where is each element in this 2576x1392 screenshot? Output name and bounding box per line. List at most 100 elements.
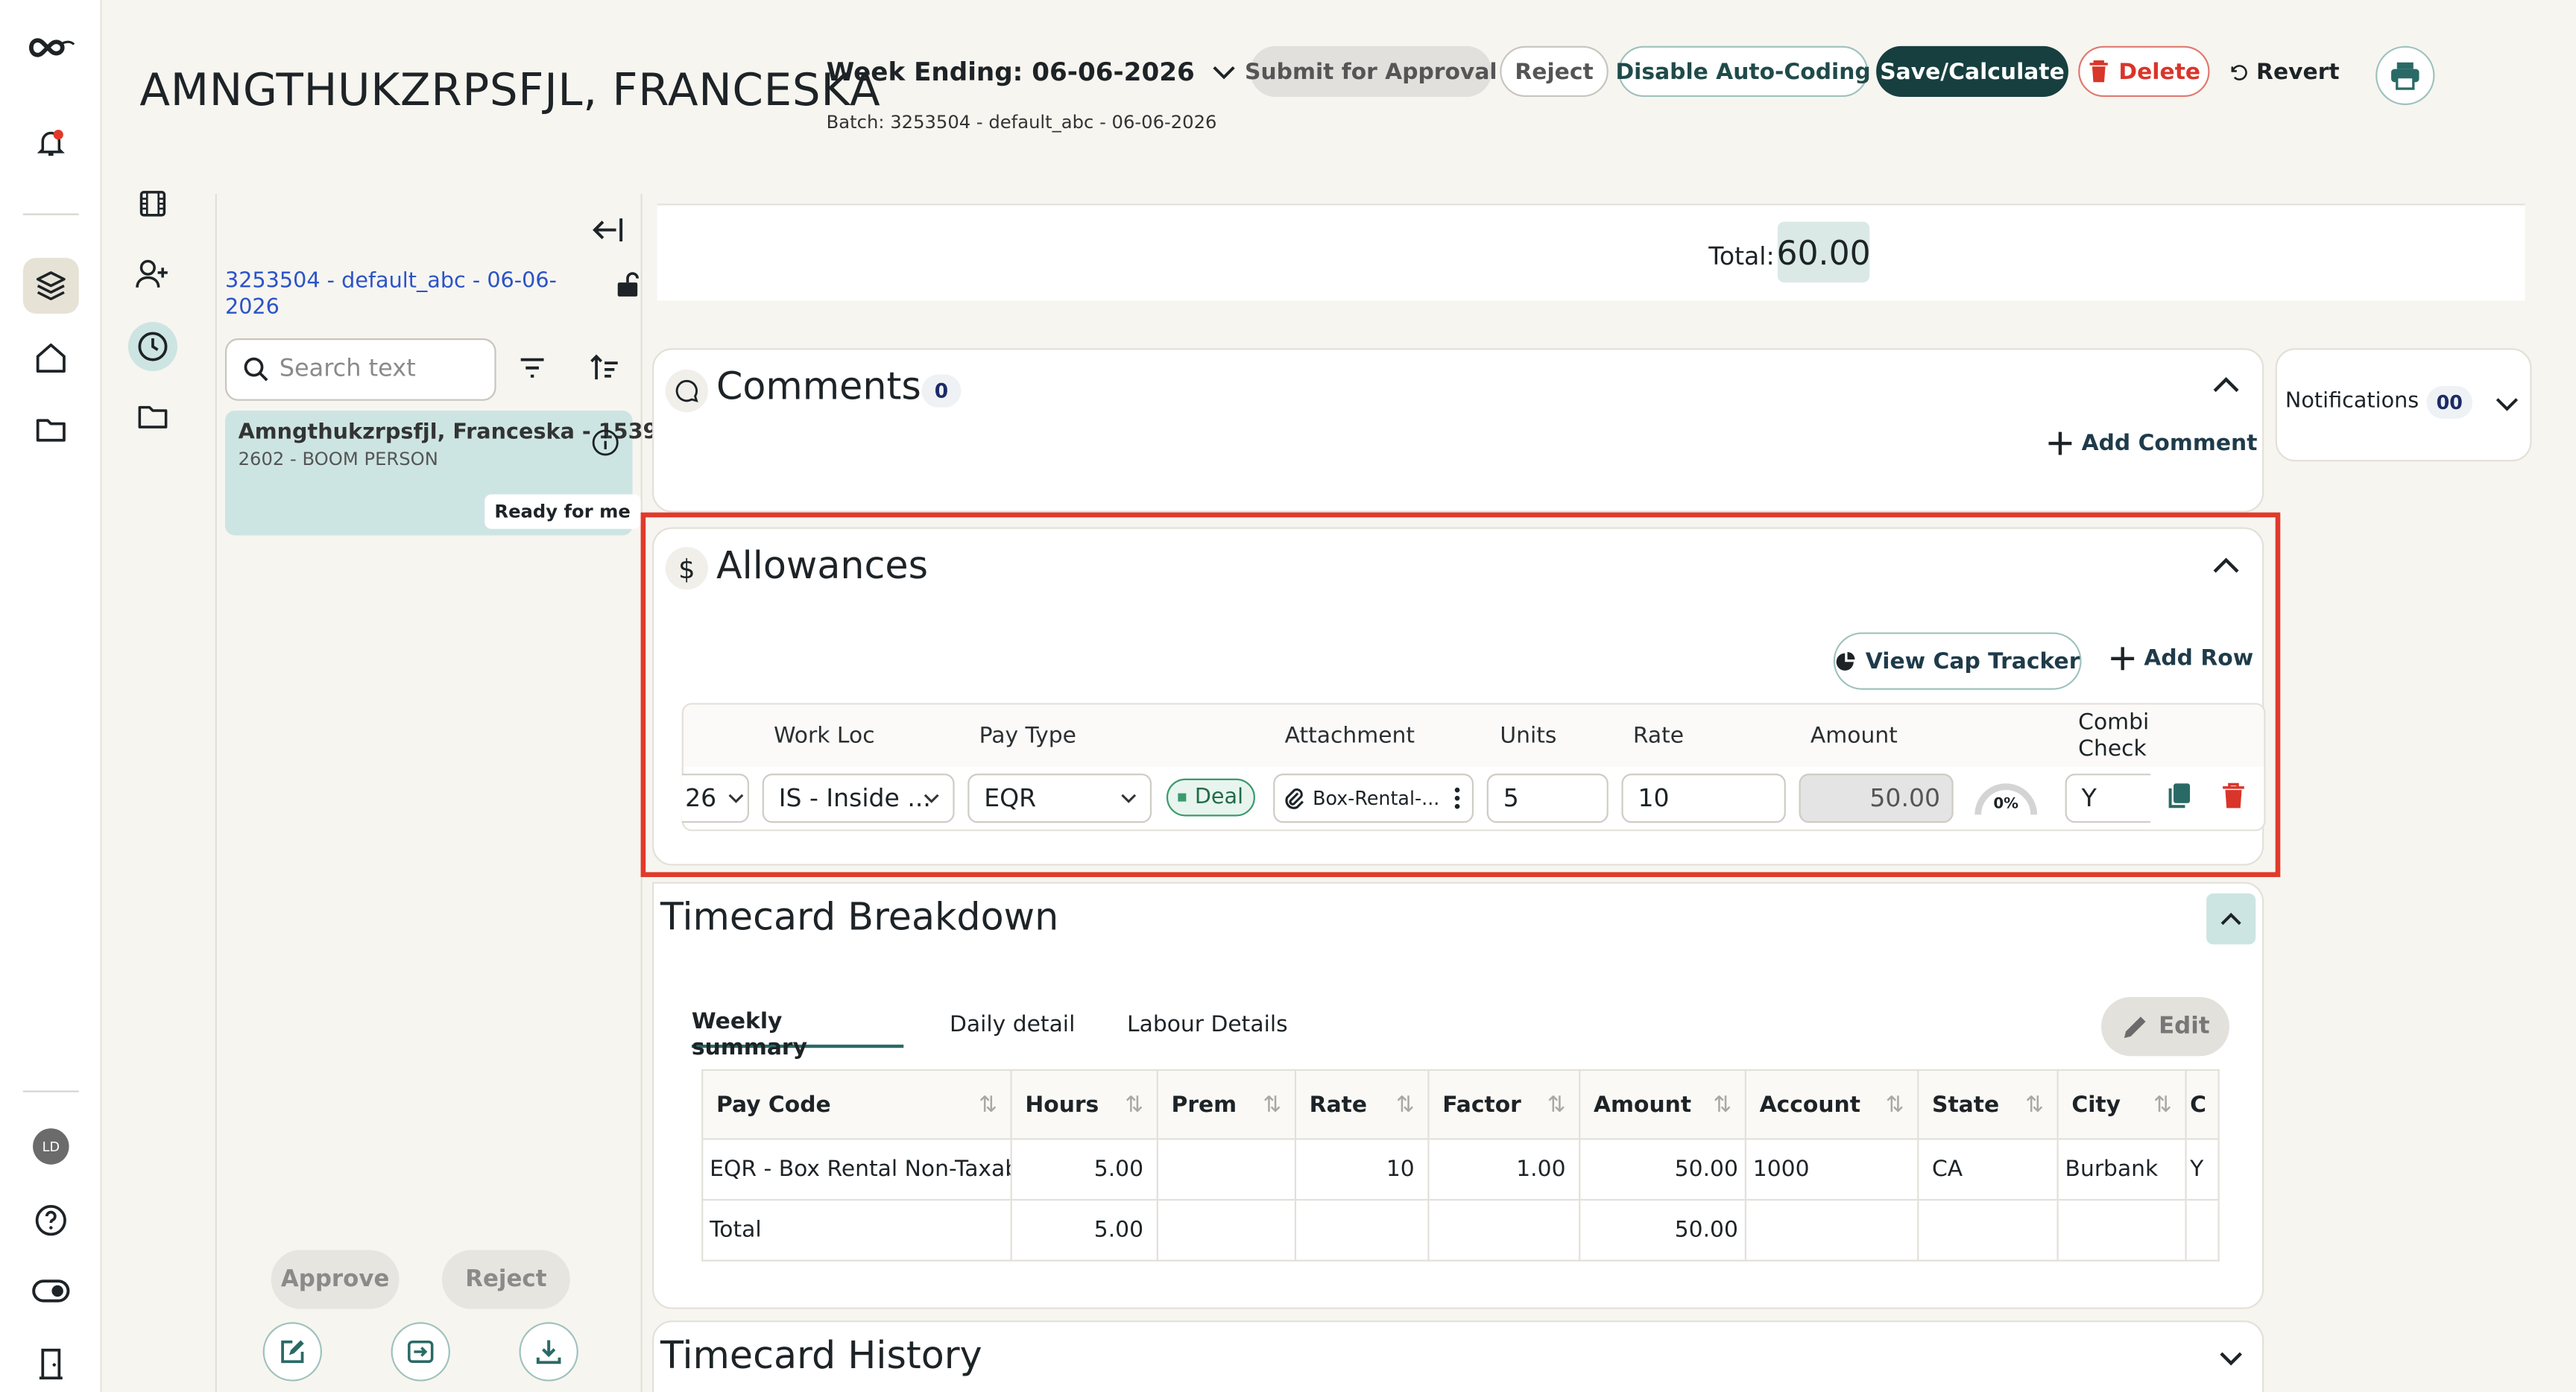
revert-button[interactable]: Revert	[2226, 46, 2341, 97]
add-comment-label: Add Comment	[2081, 430, 2258, 457]
cell-pay-code: EQR - Box Rental Non-Taxable	[701, 1138, 1012, 1201]
cell-total-city	[2056, 1198, 2187, 1262]
search-input[interactable]: Search text	[224, 338, 496, 401]
user-avatar[interactable]: LD	[23, 1119, 79, 1174]
reject-side-button[interactable]: Reject	[441, 1250, 570, 1309]
rail-divider	[22, 1090, 79, 1092]
app-rail: LD	[0, 0, 102, 1392]
chevron-down-icon	[1213, 66, 1236, 80]
add-comment-button[interactable]: Add Comment	[2047, 430, 2258, 457]
app-logo-icon[interactable]	[23, 19, 79, 75]
info-icon[interactable]	[591, 428, 619, 456]
comment-bubble-icon	[665, 369, 708, 413]
comments-count-badge: 0	[921, 374, 962, 408]
cell-factor: 1.00	[1427, 1138, 1581, 1201]
trash-icon	[2089, 60, 2107, 83]
col-hours[interactable]: Hours ⇅	[1010, 1069, 1158, 1140]
col-state[interactable]: State ⇅	[1917, 1069, 2059, 1140]
sort-icon: ⇅	[1713, 1091, 1732, 1118]
breakdown-table: Pay Code ⇅ Hours ⇅ Prem ⇅ Rate ⇅ Factor ⇅ Amo…	[701, 1069, 2220, 1262]
download-button[interactable]	[519, 1322, 578, 1382]
print-button[interactable]	[2375, 45, 2435, 106]
tab-labour-details[interactable]: Labour Details	[1127, 1012, 1288, 1038]
add-user-icon[interactable]	[128, 250, 177, 299]
filter-icon[interactable]	[517, 355, 547, 381]
move-in-icon	[408, 1340, 434, 1363]
reject-button[interactable]: Reject	[1500, 45, 1609, 98]
move-button[interactable]	[391, 1322, 450, 1382]
total-label: Total:	[1708, 241, 1775, 271]
col-prem[interactable]: Prem ⇅	[1156, 1069, 1297, 1140]
chevron-up-icon[interactable]	[2212, 375, 2241, 394]
cell-total-prem	[1156, 1198, 1297, 1262]
tab-daily-detail[interactable]: Daily detail	[950, 1012, 1075, 1038]
tab-weekly-summary[interactable]: Weekly summary	[691, 1008, 904, 1061]
chevron-down-icon[interactable]	[2218, 1350, 2244, 1367]
timecard-list-item[interactable]: Amngthukzrpsfjl, Franceska - 1539 2602 -…	[224, 411, 658, 536]
cell-total-hours: 5.00	[1010, 1198, 1158, 1262]
col-pay-code[interactable]: Pay Code ⇅	[701, 1069, 1012, 1140]
cell-state: CA	[1917, 1138, 2059, 1201]
delete-button[interactable]: Delete	[2078, 45, 2210, 98]
home-icon[interactable]	[23, 330, 79, 386]
cell-c: Y	[2185, 1138, 2220, 1201]
col-rate[interactable]: Rate ⇅	[1294, 1069, 1430, 1140]
batch-link[interactable]: 3253504 - default_abc - 06-06-2026	[225, 269, 587, 322]
approve-button[interactable]: Approve	[271, 1250, 400, 1309]
sort-icon[interactable]	[588, 352, 621, 385]
cell-hours: 5.00	[1010, 1138, 1158, 1201]
col-city[interactable]: City ⇅	[2056, 1069, 2187, 1140]
cell-total-account	[1744, 1198, 1919, 1262]
notifications-count-badge: 00	[2426, 385, 2473, 420]
printer-icon	[2391, 62, 2419, 90]
edit-square-icon	[281, 1340, 304, 1364]
highlight-box	[640, 512, 2281, 877]
table-header-row: Pay Code ⇅ Hours ⇅ Prem ⇅ Rate ⇅ Factor ⇅ Amo…	[701, 1069, 2220, 1140]
delete-label: Delete	[2118, 58, 2201, 85]
table-total-row: Total 5.00 50.00	[701, 1198, 2220, 1262]
collapse-panel-icon[interactable]	[591, 215, 624, 245]
col-c[interactable]: C	[2185, 1069, 2220, 1140]
notifications-label: Notifications	[2285, 389, 2419, 414]
edit-square-button[interactable]	[262, 1322, 323, 1382]
sort-icon: ⇅	[2153, 1091, 2172, 1118]
sort-icon: ⇅	[2024, 1091, 2044, 1118]
week-ending-selector[interactable]: Week Ending: 06-06-2026	[827, 57, 1237, 87]
toggle-icon[interactable]	[23, 1263, 79, 1319]
edit-label: Edit	[2159, 1013, 2210, 1040]
avatar-initials: LD	[33, 1128, 69, 1165]
layers-icon[interactable]	[22, 258, 79, 314]
chevron-down-icon[interactable]	[2494, 396, 2520, 412]
col-account[interactable]: Account ⇅	[1744, 1069, 1919, 1140]
undo-icon	[2231, 64, 2247, 80]
edit-button[interactable]: Edit	[2101, 996, 2229, 1057]
disable-auto-coding-button[interactable]: Disable Auto-Coding	[1615, 45, 1871, 98]
cell-rate: 10	[1294, 1138, 1430, 1201]
comments-title: Comments	[716, 366, 921, 409]
cell-total-rate	[1294, 1198, 1430, 1262]
cell-total-amount: 50.00	[1579, 1198, 1746, 1262]
tab-weekly-summary-label: Weekly summary	[691, 1008, 808, 1061]
film-icon[interactable]	[128, 179, 177, 228]
download-icon	[536, 1340, 561, 1364]
lock-open-icon[interactable]	[616, 271, 640, 297]
col-amount[interactable]: Amount ⇅	[1579, 1069, 1746, 1140]
logout-door-icon[interactable]	[23, 1335, 79, 1391]
submit-for-approval-button[interactable]: Submit for Approval	[1245, 45, 1497, 98]
cell-amount: 50.00	[1579, 1138, 1746, 1201]
chevron-up-icon	[2220, 912, 2241, 926]
total-value: 60.00	[1776, 221, 1871, 283]
batch-label: Batch: 3253504 - default_abc - 06-06-202…	[826, 111, 1217, 133]
notifications-bell-icon[interactable]	[23, 115, 79, 171]
col-factor[interactable]: Factor ⇅	[1427, 1069, 1581, 1140]
save-calculate-button[interactable]: Save/Calculate	[1876, 45, 2068, 98]
cell-city: Burbank	[2056, 1138, 2187, 1201]
folder-outline-icon[interactable]	[128, 393, 177, 442]
search-placeholder: Search text	[279, 356, 416, 383]
cell-total-c	[2185, 1198, 2220, 1262]
sort-icon: ⇅	[1395, 1091, 1415, 1118]
clock-icon[interactable]	[127, 322, 178, 372]
folder-icon[interactable]	[23, 401, 79, 457]
help-icon[interactable]	[23, 1192, 79, 1248]
breakdown-collapse-button[interactable]	[2206, 893, 2256, 945]
